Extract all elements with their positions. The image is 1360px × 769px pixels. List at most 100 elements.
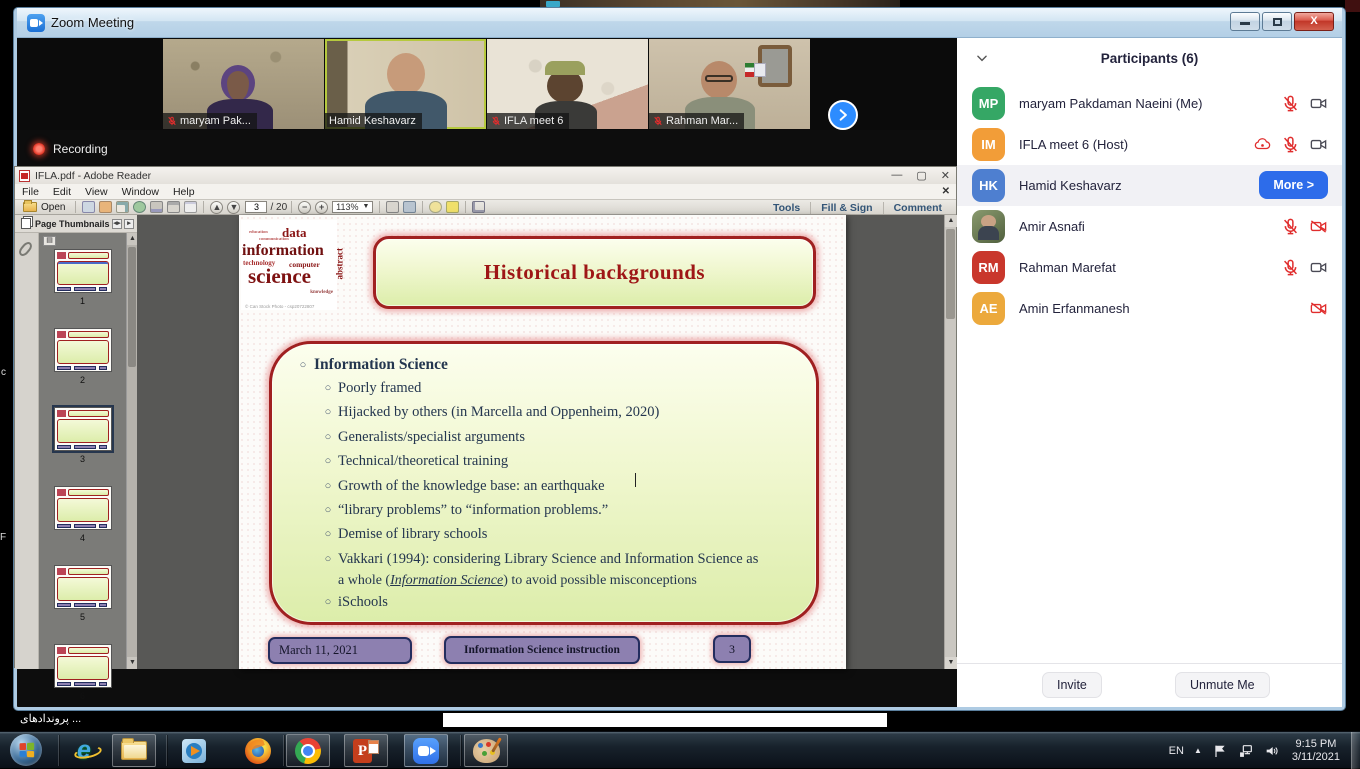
document-page[interactable]: education data communication information… <box>239 215 846 669</box>
thumbnail-item[interactable]: 5 <box>39 565 126 622</box>
slide-title: Historical backgrounds <box>484 260 705 285</box>
background-window-sliver <box>540 0 900 8</box>
comment-tab[interactable]: Comment <box>883 202 952 214</box>
thumbnail-item[interactable]: 6 <box>39 644 126 701</box>
zoom-titlebar[interactable]: Zoom Meeting X <box>17 8 1342 38</box>
volume-icon[interactable] <box>1264 743 1280 759</box>
participant-row[interactable]: RM Rahman Marefat <box>957 247 1342 288</box>
start-button[interactable] <box>10 734 42 766</box>
action-center-flag-icon[interactable] <box>1212 743 1228 759</box>
page-thumbnails-header[interactable]: Page Thumbnails ◂▸ ▸ <box>15 215 137 233</box>
unmute-me-button[interactable]: Unmute Me <box>1175 672 1270 698</box>
participant-row[interactable]: AE Amin Erfanmanesh <box>957 288 1342 329</box>
thumbnail-options-icon[interactable]: ▤ <box>43 236 56 246</box>
next-videos-button[interactable] <box>828 100 858 130</box>
email-icon[interactable] <box>184 201 197 213</box>
avatar: MP <box>972 87 1005 120</box>
reader-close-button[interactable]: ✕ <box>941 169 950 182</box>
scroll-down-icon[interactable]: ▼ <box>945 657 957 669</box>
document-scrollbar[interactable]: ▲ ▼ <box>944 215 956 669</box>
menu-view[interactable]: View <box>78 186 115 198</box>
participant-row[interactable]: HK Hamid Keshavarz More > <box>957 165 1342 206</box>
file-explorer-icon[interactable] <box>112 734 156 767</box>
clock[interactable]: 9:15 PM 3/11/2021 <box>1292 738 1340 764</box>
fill-sign-tab[interactable]: Fill & Sign <box>810 202 882 214</box>
toolbar-close-icon[interactable]: ✕ <box>942 186 950 197</box>
export-icon[interactable] <box>99 201 112 213</box>
slide-bullet: Hijacked by others (in Marcella and Oppe… <box>338 400 659 424</box>
sign-pen-icon[interactable] <box>116 201 129 213</box>
show-desktop-button[interactable] <box>1351 732 1360 769</box>
previous-page-button[interactable]: ▲ <box>210 201 223 214</box>
reader-menubar: File Edit View Window Help ✕ <box>15 184 956 199</box>
page-number-input[interactable] <box>245 201 267 213</box>
thumbnails-scrollbar[interactable]: ▲ ▼ <box>126 233 137 669</box>
participants-panel: Participants (6) MP maryam Pakdaman Naei… <box>957 38 1342 707</box>
zoom-in-button[interactable]: + <box>315 201 328 214</box>
participant-name: IFLA meet 6 (Host) <box>1019 137 1128 152</box>
video-tile-ifla[interactable]: IFLA meet 6 <box>487 39 648 129</box>
more-button[interactable]: More > <box>1259 171 1328 199</box>
invite-button[interactable]: Invite <box>1042 672 1102 698</box>
menu-help[interactable]: Help <box>166 186 202 198</box>
internet-explorer-icon[interactable]: e <box>62 734 106 767</box>
language-indicator[interactable]: EN <box>1169 745 1184 757</box>
zoom-taskbar-icon[interactable] <box>404 734 448 767</box>
show-hidden-icons-button[interactable]: ▲ <box>1194 746 1202 755</box>
thumbnail-page-number: 4 <box>80 533 85 543</box>
participants-title: Participants (6) <box>957 51 1342 66</box>
scrolling-mode-icon[interactable] <box>386 201 399 213</box>
video-tile-maryam[interactable]: maryam Pak... <box>163 39 324 129</box>
thumbnail-item[interactable]: 1 <box>39 249 126 306</box>
video-tile-hamid[interactable]: Hamid Keshavarz <box>325 39 486 129</box>
thumbnails-pane: ▤ 1 2 3 4 5 6 <box>39 233 126 669</box>
zoom-level-select[interactable]: 113%▼ <box>332 201 373 213</box>
paint-icon[interactable] <box>464 734 508 767</box>
video-tile-name: Hamid Keshavarz <box>329 115 416 127</box>
firefox-icon[interactable] <box>236 734 280 767</box>
save-cloud-icon[interactable] <box>82 201 95 213</box>
attachments-icon[interactable] <box>17 240 34 258</box>
send-cloud-icon[interactable] <box>133 201 146 213</box>
menu-file[interactable]: File <box>15 186 46 198</box>
print-icon[interactable] <box>167 201 180 213</box>
zoom-restore-button[interactable] <box>1262 12 1292 31</box>
media-player-icon[interactable] <box>172 734 216 767</box>
menu-window[interactable]: Window <box>115 186 166 198</box>
participant-row[interactable]: MP maryam Pakdaman Naeini (Me) <box>957 83 1342 124</box>
scroll-up-icon[interactable]: ▲ <box>945 215 957 227</box>
mic-muted-icon <box>1281 258 1300 277</box>
thumbnail-item[interactable]: 4 <box>39 486 126 543</box>
chrome-icon[interactable] <box>286 734 330 767</box>
thumbnail-item[interactable]: 2 <box>39 328 126 385</box>
comment-bubble-icon[interactable] <box>429 201 442 213</box>
menu-edit[interactable]: Edit <box>46 186 78 198</box>
reader-restore-button[interactable]: ▢ <box>916 169 926 182</box>
thumbnail-page-number: 1 <box>80 296 85 306</box>
slide-footer-page-number: 3 <box>713 635 751 663</box>
highlighter-icon[interactable] <box>446 201 459 213</box>
video-tile-rahman[interactable]: Rahman Mar... <box>649 39 810 129</box>
fullscreen-icon[interactable] <box>472 201 485 213</box>
open-button[interactable]: Open <box>15 202 71 213</box>
reader-titlebar[interactable]: IFLA.pdf - Adobe Reader — ▢ ✕ <box>15 167 956 184</box>
fit-page-icon[interactable] <box>403 201 416 213</box>
zoom-window-title: Zoom Meeting <box>51 15 134 30</box>
zoom-out-button[interactable]: − <box>298 201 311 214</box>
zoom-minimize-button[interactable] <box>1230 12 1260 31</box>
slide-footer-title: Information Science instruction <box>444 636 640 664</box>
save-icon[interactable] <box>150 201 163 213</box>
participant-row[interactable]: IM IFLA meet 6 (Host) <box>957 124 1342 165</box>
next-page-button[interactable]: ▼ <box>227 201 240 214</box>
thumbnail-item-selected[interactable]: 3 <box>39 407 126 464</box>
powerpoint-icon[interactable]: P <box>344 734 388 767</box>
zoom-close-button[interactable]: X <box>1294 12 1334 31</box>
participant-row[interactable]: Amir Asnafi <box>957 206 1342 247</box>
reader-minimize-button[interactable]: — <box>891 169 902 182</box>
camera-off-icon <box>1309 217 1328 236</box>
slide-bullet: Growth of the knowledge base: an earthqu… <box>338 474 605 498</box>
sidebar-options-button[interactable]: ◂▸ <box>112 219 122 229</box>
sidebar-collapse-button[interactable]: ▸ <box>124 219 134 229</box>
tools-tab[interactable]: Tools <box>763 202 810 214</box>
network-icon[interactable] <box>1238 743 1254 759</box>
